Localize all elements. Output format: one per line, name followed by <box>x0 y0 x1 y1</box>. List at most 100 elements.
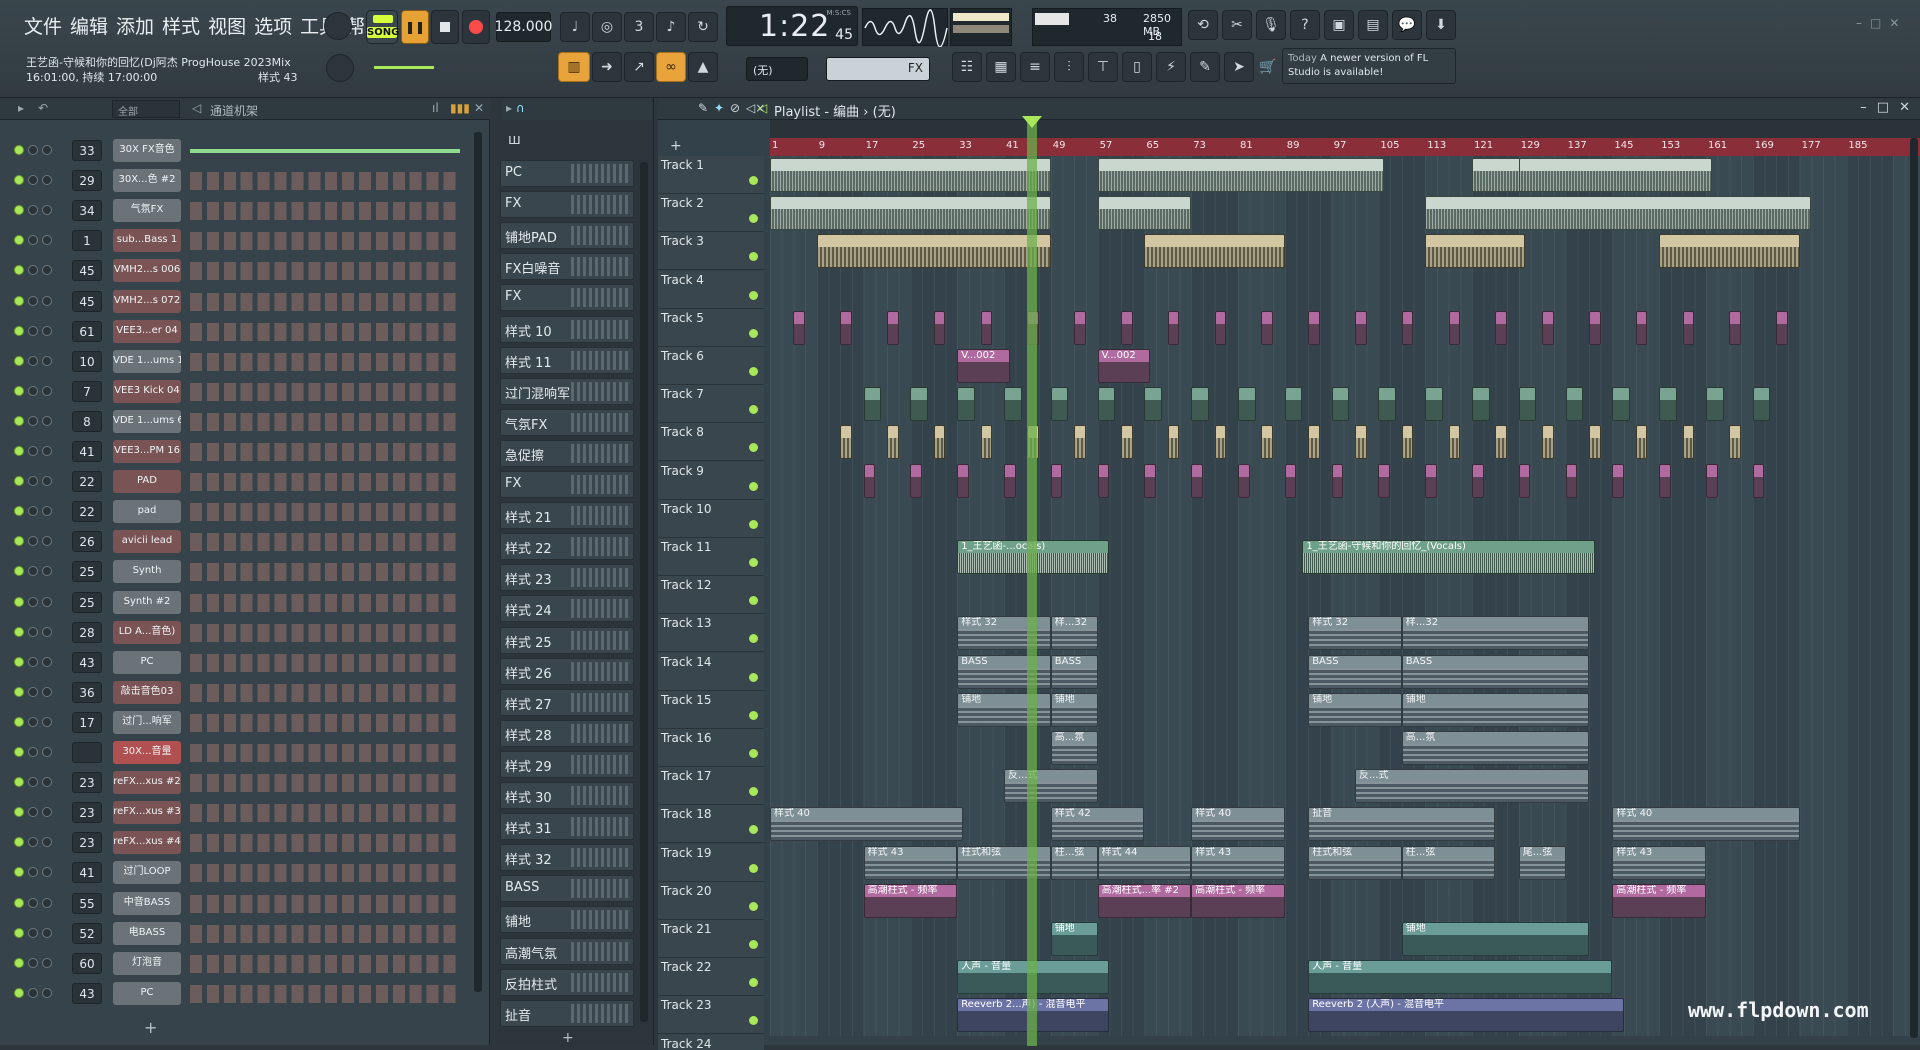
step-sequencer[interactable] <box>190 149 460 153</box>
playlist-clip[interactable] <box>1401 425 1414 460</box>
picker-view-icon[interactable]: ш <box>508 132 521 148</box>
step-sequencer[interactable] <box>190 744 460 762</box>
channel-row[interactable]: 29 30X...色 #2 <box>0 166 480 196</box>
channel-row[interactable]: 26 avicii lead <box>0 527 480 557</box>
mute-led-icon[interactable] <box>14 807 24 818</box>
pattern-item[interactable]: 铺地PAD <box>500 222 634 250</box>
knob-icon[interactable] <box>28 476 38 487</box>
playhead[interactable] <box>1027 116 1037 1046</box>
playlist-clip[interactable] <box>1050 387 1069 422</box>
mixer-icon[interactable]: ☷ <box>952 52 982 82</box>
step-edit-icon[interactable]: ♪ <box>656 12 686 42</box>
channel-row[interactable]: 45 VMH2...s 006 <box>0 256 480 286</box>
add-track-icon[interactable]: + <box>670 138 682 154</box>
playlist-clip[interactable] <box>1331 387 1350 422</box>
mute-led-icon[interactable] <box>14 385 24 396</box>
playlist-clip[interactable] <box>1050 463 1063 498</box>
playlist-clip[interactable]: Reeverb 2 (人声) - 混音电平 <box>1308 998 1625 1033</box>
channel-row[interactable]: 10 VDE 1...ums 1 <box>0 347 480 377</box>
channel-name-button[interactable]: VMH2...s 072 <box>113 289 181 313</box>
playlist-clip[interactable] <box>1378 387 1396 422</box>
menu-item[interactable]: 选项 <box>250 12 296 39</box>
playlist-clip[interactable] <box>863 387 882 422</box>
playlist-clip[interactable]: 样...32 <box>1050 616 1098 651</box>
track-header[interactable]: Track 17 <box>658 767 764 806</box>
channel-name-button[interactable]: 电BASS <box>113 921 181 945</box>
channel-row[interactable]: 45 VMH2...s 072 <box>0 287 480 317</box>
plugin-icon[interactable]: ⚡ <box>1156 52 1186 82</box>
channel-row[interactable]: 33 30X FX音色 <box>0 136 480 166</box>
track-enable-led-icon[interactable] <box>749 290 758 300</box>
track-header[interactable]: Track 3 <box>658 232 764 271</box>
mute-led-icon[interactable] <box>14 596 24 607</box>
stamp-icon[interactable]: ▲ <box>688 52 718 82</box>
knob-icon[interactable] <box>42 235 52 246</box>
track-header[interactable]: Track 11 <box>658 538 764 576</box>
pattern-item[interactable]: 铺地 <box>500 906 634 934</box>
playlist-clip[interactable] <box>1472 463 1484 498</box>
step-sequencer[interactable] <box>190 563 460 582</box>
channel-name-button[interactable]: VDE 1...ums 6 <box>113 409 181 433</box>
channel-mixer-track[interactable]: 45 <box>72 260 102 282</box>
knob-icon[interactable] <box>42 536 52 547</box>
channel-row[interactable]: 25 Synth #2 <box>0 588 480 618</box>
news-panel[interactable]: Today A newer version of FL Studio is av… <box>1282 48 1456 84</box>
channel-row[interactable]: 41 过门LOOP <box>0 858 480 888</box>
track-header[interactable]: Track 4 <box>658 270 764 309</box>
channel-row[interactable]: 36 敲击音色03 <box>0 678 480 708</box>
track-enable-led-icon[interactable] <box>749 1016 758 1026</box>
track-header[interactable]: Track 1 <box>658 156 764 194</box>
mute-led-icon[interactable] <box>14 145 24 155</box>
playlist-clip[interactable] <box>1518 158 1712 192</box>
knob-icon[interactable] <box>42 927 52 938</box>
playlist-clip[interactable]: 柱...弦 <box>1050 845 1098 880</box>
playlist-clip[interactable]: V...002 <box>957 349 1010 383</box>
pattern-item[interactable]: 样式 28 <box>500 719 634 747</box>
playlist-clip[interactable] <box>1612 463 1625 498</box>
playhead-marker-icon[interactable] <box>1022 116 1042 128</box>
playlist-clip[interactable]: 样...32 <box>1401 616 1589 651</box>
playlist-clip[interactable]: 样式 43 <box>1191 845 1285 880</box>
pattern-item[interactable]: 样式 24 <box>500 595 634 623</box>
playlist-clip[interactable] <box>793 310 806 345</box>
channel-mixer-track[interactable]: 60 <box>72 952 102 974</box>
playlist-clip[interactable]: 反...式 <box>1004 769 1098 804</box>
channel-row[interactable]: 8 VDE 1...ums 6 <box>0 407 480 437</box>
channel-row[interactable]: 43 PC <box>0 648 480 678</box>
playlist-clip[interactable]: 高...氛 <box>1050 731 1098 765</box>
track-enable-led-icon[interactable] <box>749 405 758 415</box>
track-enable-led-icon[interactable] <box>749 252 758 262</box>
track-header[interactable]: Track 8 <box>658 423 764 462</box>
playlist-clip[interactable] <box>1729 310 1742 345</box>
knob-icon[interactable] <box>42 415 52 426</box>
playlist-clip[interactable] <box>887 425 899 460</box>
knob-icon[interactable] <box>42 476 52 487</box>
step-sequencer[interactable] <box>190 292 460 311</box>
knob-icon[interactable] <box>42 385 52 396</box>
playlist-clip[interactable] <box>957 463 969 498</box>
pattern-item[interactable]: 样式 26 <box>500 657 634 685</box>
playlist-clip[interactable] <box>1144 234 1285 269</box>
track-header[interactable]: Track 7 <box>658 385 764 424</box>
track-enable-led-icon[interactable] <box>749 672 758 682</box>
knob-icon[interactable] <box>28 265 38 276</box>
playlist-clip[interactable] <box>1214 425 1227 460</box>
pattern-item[interactable]: FX白噪音 <box>500 253 634 281</box>
mute-led-icon[interactable] <box>14 205 24 216</box>
menu-item[interactable]: 视图 <box>204 12 250 39</box>
channel-name-button[interactable]: VEE3...PM 16 <box>113 440 181 463</box>
brush-icon[interactable]: ✎ <box>1190 52 1220 82</box>
playlist-clip[interactable] <box>1425 387 1443 422</box>
channel-name-button[interactable]: VEE3 Kick 04 <box>113 379 181 403</box>
browser-icon[interactable]: ↗ <box>624 52 654 82</box>
track-header[interactable]: Track 18 <box>658 805 764 844</box>
channel-mixer-track[interactable]: 41 <box>72 441 102 462</box>
playlist-clip[interactable] <box>1214 310 1227 345</box>
track-enable-led-icon[interactable] <box>749 634 758 644</box>
pattern-item[interactable]: FX <box>500 471 634 498</box>
track-header[interactable]: Track 16 <box>658 729 764 767</box>
knob-icon[interactable] <box>28 716 38 727</box>
playlist-clip[interactable]: 铺地 <box>1050 922 1098 956</box>
playlist-clip[interactable] <box>1121 425 1133 460</box>
step-sequencer[interactable] <box>190 653 460 672</box>
